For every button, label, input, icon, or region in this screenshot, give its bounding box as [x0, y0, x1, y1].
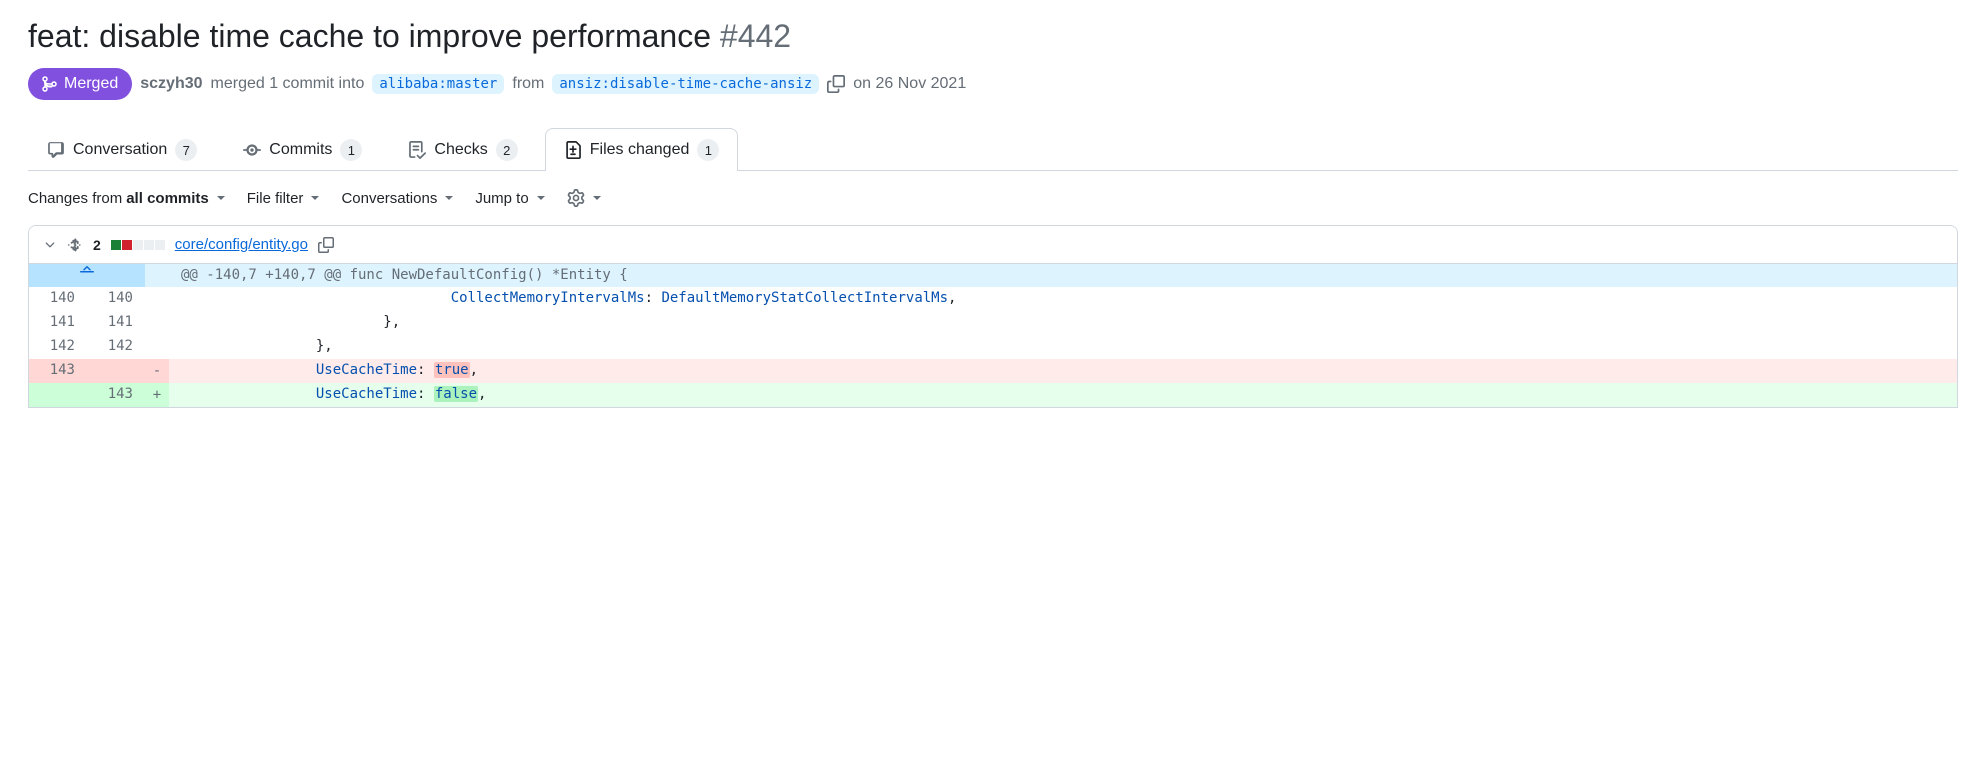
head-branch[interactable]: ansiz:disable-time-cache-ansiz	[552, 74, 819, 94]
diff-settings-dropdown[interactable]	[567, 189, 601, 207]
tab-files-changed[interactable]: Files changed 1	[545, 128, 739, 171]
caret-icon	[311, 196, 319, 200]
diff-block-neutral	[155, 240, 165, 250]
file-header: 2 core/config/entity.go	[29, 226, 1957, 264]
gear-icon	[567, 189, 585, 207]
copy-path-icon[interactable]	[318, 237, 334, 253]
pr-title-text: feat: disable time cache to improve perf…	[28, 18, 711, 54]
diff-toolbar: Changes from all commits File filter Con…	[28, 171, 1958, 225]
tab-checks[interactable]: Checks 2	[389, 128, 536, 171]
hunk-header: @@ -140,7 +140,7 @@ func NewDefaultConfi…	[29, 264, 1957, 287]
state-badge: Merged	[28, 68, 132, 100]
diff-row: 143 - UseCacheTime: true,	[29, 359, 1957, 383]
file-path-link[interactable]: core/config/entity.go	[175, 236, 308, 253]
commit-icon	[243, 141, 261, 159]
diff-block-deleted	[122, 240, 132, 250]
state-label: Merged	[64, 75, 118, 93]
new-line-number[interactable]: 142	[87, 335, 145, 359]
diff-block-neutral	[144, 240, 154, 250]
diff-block-added	[111, 240, 121, 250]
code-line: UseCacheTime: true,	[169, 359, 1957, 383]
old-line-number[interactable]: 140	[29, 287, 87, 311]
old-line-number[interactable]	[29, 383, 87, 407]
changes-from-prefix: Changes from	[28, 190, 122, 207]
code-line: CollectMemoryIntervalMs: DefaultMemorySt…	[169, 287, 1957, 311]
diff-row: 140140 CollectMemoryIntervalMs: DefaultM…	[29, 287, 1957, 311]
changes-from-dropdown[interactable]: Changes from all commits	[28, 190, 225, 207]
diff-row: 142142 },	[29, 335, 1957, 359]
checklist-icon	[408, 141, 426, 159]
code-line: },	[169, 311, 1957, 335]
code-line: },	[169, 335, 1957, 359]
diffstat-blocks	[111, 240, 165, 250]
old-line-number[interactable]: 141	[29, 311, 87, 335]
diffstat-count: 2	[93, 237, 101, 253]
changes-from-value: all commits	[126, 190, 209, 207]
git-merge-icon	[42, 76, 58, 92]
old-line-number[interactable]: 142	[29, 335, 87, 359]
new-line-number[interactable]	[87, 359, 145, 383]
comment-icon	[47, 141, 65, 159]
code-line: UseCacheTime: false,	[169, 383, 1957, 407]
file-filter-dropdown[interactable]: File filter	[247, 190, 320, 207]
diff-row: 143+ UseCacheTime: false,	[29, 383, 1957, 407]
diff-marker	[145, 287, 169, 311]
copy-branch-icon[interactable]	[827, 75, 845, 93]
diff-block-neutral	[133, 240, 143, 250]
old-line-number[interactable]: 143	[29, 359, 87, 383]
diff-marker	[145, 335, 169, 359]
tab-commits[interactable]: Commits 1	[224, 128, 381, 171]
caret-icon	[593, 196, 601, 200]
conversations-dropdown[interactable]: Conversations	[341, 190, 453, 207]
pr-number: #442	[720, 18, 791, 54]
file-diff-icon	[564, 141, 582, 159]
new-line-number[interactable]: 143	[87, 383, 145, 407]
diff-marker: -	[145, 359, 169, 383]
tab-counter: 7	[175, 139, 197, 161]
expand-hunk[interactable]	[29, 264, 145, 287]
hunk-text: @@ -140,7 +140,7 @@ func NewDefaultConfi…	[169, 264, 1957, 287]
pr-title: feat: disable time cache to improve perf…	[28, 16, 1958, 56]
caret-icon	[217, 196, 225, 200]
merge-action-text: merged 1 commit into	[211, 75, 365, 93]
jump-to-dropdown[interactable]: Jump to	[475, 190, 544, 207]
file-diff: 2 core/config/entity.go @@ -140,7 +140,7…	[28, 225, 1958, 408]
tab-label: Conversation	[73, 141, 167, 159]
file-filter-label: File filter	[247, 190, 304, 207]
new-line-number[interactable]: 141	[87, 311, 145, 335]
author-link[interactable]: sczyh30	[140, 75, 202, 93]
diff-marker: +	[145, 383, 169, 407]
tab-counter: 1	[340, 139, 362, 161]
tab-conversation[interactable]: Conversation 7	[28, 128, 216, 171]
pr-meta-row: Merged sczyh30 merged 1 commit into alib…	[28, 68, 1958, 100]
tab-label: Files changed	[590, 141, 690, 159]
caret-icon	[445, 196, 453, 200]
tab-counter: 1	[697, 139, 719, 161]
from-word: from	[512, 75, 544, 93]
tab-counter: 2	[496, 139, 518, 161]
merge-date: on 26 Nov 2021	[853, 75, 966, 93]
conversations-label: Conversations	[341, 190, 437, 207]
tab-label: Commits	[269, 141, 332, 159]
tab-label: Checks	[434, 141, 487, 159]
expand-all-icon[interactable]	[67, 237, 83, 253]
new-line-number[interactable]: 140	[87, 287, 145, 311]
jump-to-label: Jump to	[475, 190, 528, 207]
diff-row: 141141 },	[29, 311, 1957, 335]
tabnav: Conversation 7 Commits 1 Checks 2 Files …	[28, 128, 1958, 171]
diff-marker	[145, 311, 169, 335]
caret-icon	[537, 196, 545, 200]
chevron-down-icon[interactable]	[43, 238, 57, 252]
base-branch[interactable]: alibaba:master	[372, 74, 504, 94]
diff-table: @@ -140,7 +140,7 @@ func NewDefaultConfi…	[29, 264, 1957, 407]
